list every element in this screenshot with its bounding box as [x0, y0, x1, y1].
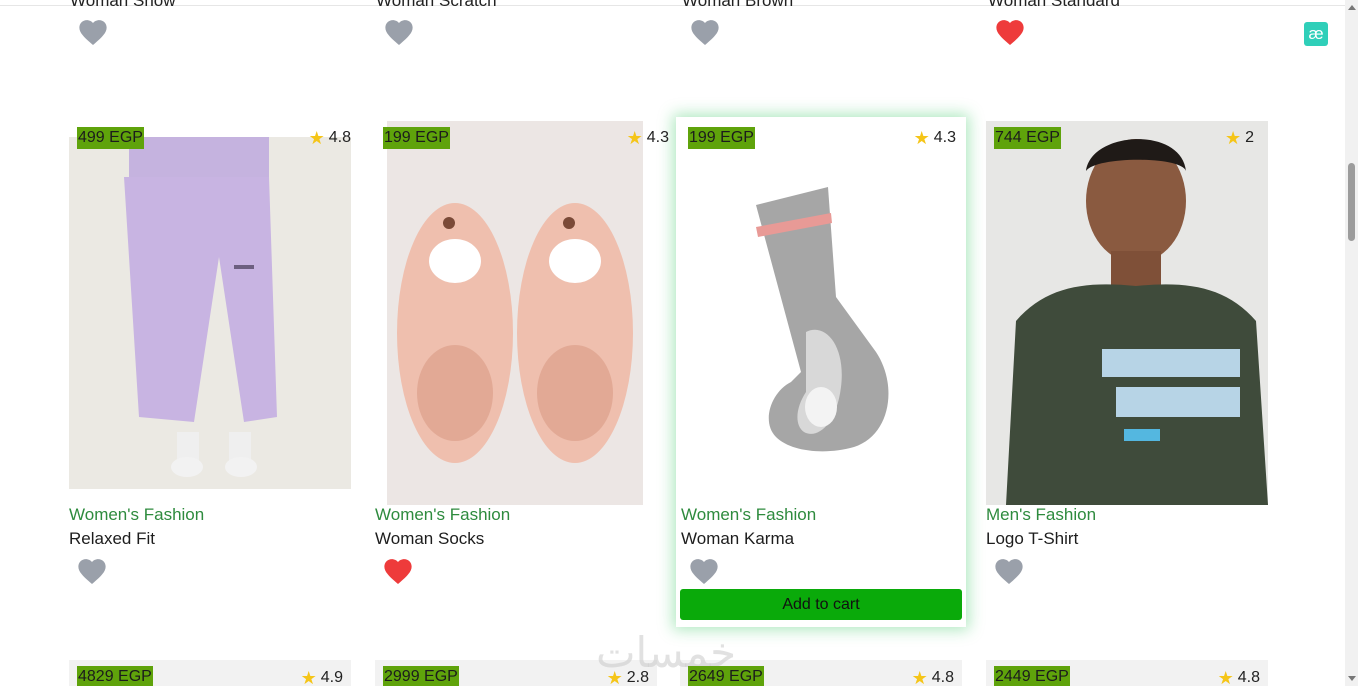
product-card[interactable]: 499 EGP ★ 4.8 Women's Fashion Relaxed Fit [69, 117, 359, 627]
product-category: Women's Fashion [681, 505, 817, 524]
product-image[interactable] [676, 117, 966, 505]
favorite-heart-icon[interactable] [75, 555, 109, 585]
rating: ★ 4.3 [914, 129, 956, 147]
rating-value: 2.8 [626, 669, 649, 686]
product-card[interactable]: 2449 EGP ★ 4.8 [986, 660, 1268, 686]
price-badge: 499 EGP [77, 127, 144, 149]
product-title: Woman Brown [682, 0, 794, 10]
product-title: Woman Standard [988, 0, 1120, 10]
favorite-heart-icon[interactable] [992, 555, 1026, 585]
rating-value: 4.8 [328, 129, 351, 146]
product-title: Woman Snow [70, 0, 176, 10]
product-name: Woman Karma [681, 529, 795, 548]
rating: ★ 4.8 [309, 129, 351, 147]
star-icon: ★ [913, 128, 930, 148]
star-icon: ★ [1224, 128, 1242, 148]
product-image[interactable] [986, 121, 1268, 505]
rating: ★ 4.8 [912, 669, 954, 686]
price-badge: 199 EGP [688, 127, 755, 149]
product-card[interactable]: 4829 EGP ★ 4.9 [69, 660, 351, 686]
rating: ★ 4.9 [301, 669, 343, 686]
favorite-heart-icon[interactable] [688, 16, 722, 46]
price-badge: 2999 EGP [383, 666, 459, 686]
product-category: Women's Fashion [69, 505, 205, 524]
star-icon: ★ [606, 668, 623, 686]
favorite-heart-icon-active[interactable] [381, 555, 415, 585]
star-icon: ★ [626, 128, 643, 148]
favorite-heart-icon[interactable] [382, 16, 416, 46]
rating-value: 4.9 [320, 669, 343, 686]
rating-value: 4.8 [1237, 669, 1260, 686]
product-card[interactable]: 744 EGP ★ 2 Men's Fashion Logo T-Shirt [986, 117, 1276, 627]
price-badge: 4829 EGP [77, 666, 153, 686]
rating-value: 2 [1245, 129, 1254, 146]
favorite-heart-icon-active[interactable] [993, 16, 1027, 46]
product-category: Men's Fashion [986, 505, 1097, 524]
vertical-scrollbar[interactable] [1345, 0, 1358, 686]
ae-extension-icon[interactable]: æ [1304, 22, 1328, 46]
favorite-heart-icon[interactable] [687, 555, 721, 585]
rating-value: 4.3 [933, 129, 956, 146]
star-icon: ★ [1217, 668, 1234, 686]
rating: ★ 2.8 [607, 669, 649, 686]
product-name: Woman Socks [375, 529, 485, 548]
scroll-down-arrow-icon[interactable] [1348, 676, 1356, 681]
rating-value: 4.3 [646, 129, 669, 146]
rating: ★ 4.3 [627, 129, 669, 147]
price-badge: 2449 EGP [994, 666, 1070, 686]
price-badge: 2649 EGP [688, 666, 764, 686]
favorite-heart-icon[interactable] [76, 16, 110, 46]
rating: ★ 2 [1225, 129, 1254, 147]
product-title: Woman Scratch [376, 0, 497, 10]
price-badge: 744 EGP [994, 127, 1061, 149]
product-card[interactable]: 199 EGP ★ 4.3 Women's Fashion Woman Karma… [676, 117, 966, 627]
product-category: Women's Fashion [375, 505, 511, 524]
star-icon: ★ [308, 128, 325, 148]
product-image[interactable] [69, 137, 351, 489]
scroll-up-arrow-icon[interactable] [1348, 5, 1356, 10]
star-icon: ★ [911, 668, 928, 686]
add-to-cart-button[interactable]: Add to cart [680, 589, 962, 620]
rating: ★ 4.8 [1218, 669, 1260, 686]
top-divider [0, 5, 1345, 6]
price-badge: 199 EGP [383, 127, 450, 149]
product-name: Logo T-Shirt [986, 529, 1079, 548]
scrollbar-thumb[interactable] [1348, 163, 1355, 241]
product-card[interactable]: 199 EGP ★ 4.3 Women's Fashion Woman Socks [375, 117, 669, 627]
star-icon: ★ [300, 668, 317, 686]
product-name: Relaxed Fit [69, 529, 155, 548]
product-image[interactable] [387, 121, 643, 505]
rating-value: 4.8 [931, 669, 954, 686]
